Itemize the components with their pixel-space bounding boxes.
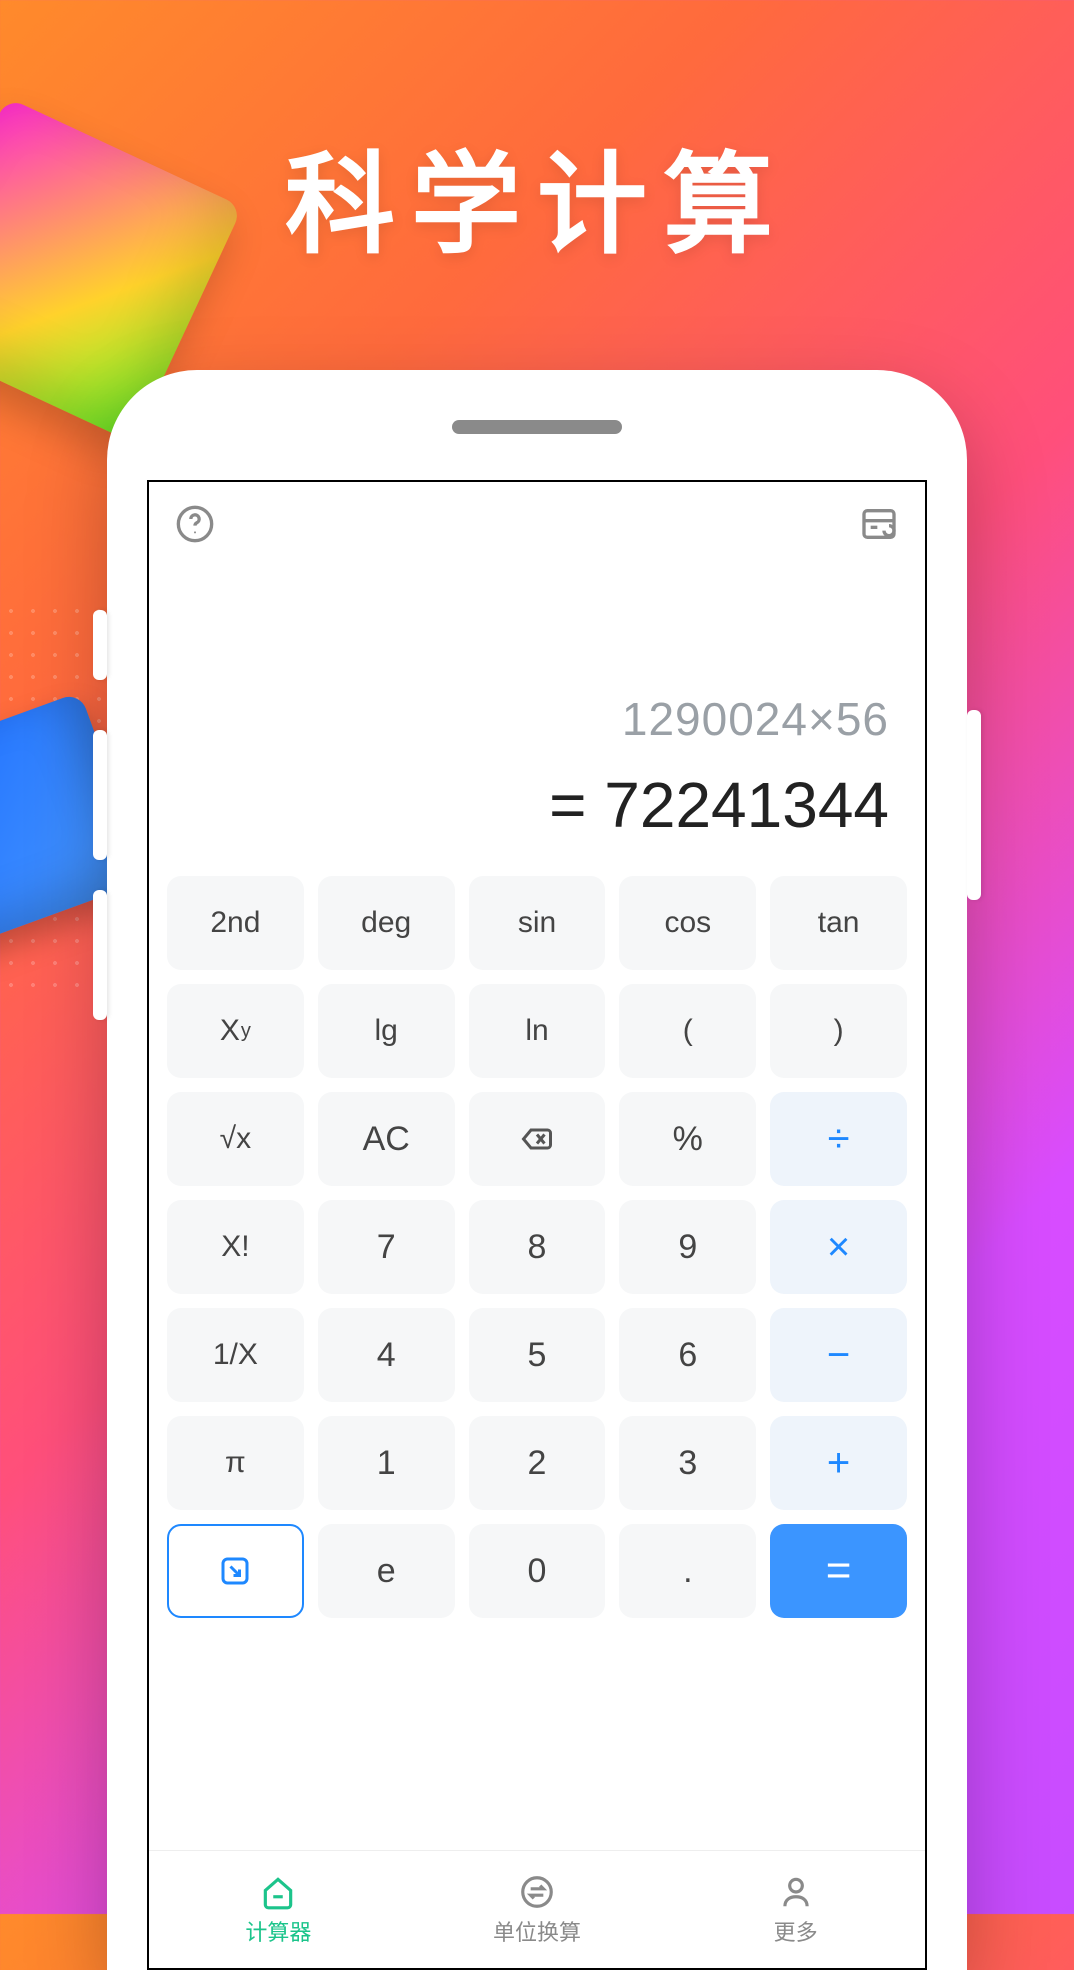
help-icon[interactable]: [175, 504, 215, 549]
key-plus[interactable]: +: [770, 1416, 907, 1510]
key-power[interactable]: Xy: [167, 984, 304, 1078]
result-text: = 72241344: [185, 768, 889, 842]
calculator-mode-icon[interactable]: [859, 504, 899, 549]
person-icon: [777, 1873, 815, 1911]
key-5[interactable]: 5: [469, 1308, 606, 1402]
expression-text: 1290024×56: [185, 692, 889, 746]
key-2nd[interactable]: 2nd: [167, 876, 304, 970]
nav-calc-label: 计算器: [245, 1915, 311, 1947]
keypad: 2nd deg sin cos tan Xy lg ln ( ) √x AC %…: [149, 862, 925, 1626]
hero-title: 科学计算: [0, 115, 1074, 275]
phone-side-button: [967, 710, 981, 900]
key-cos[interactable]: cos: [619, 876, 756, 970]
app-screen: 1290024×56 = 72241344 2nd deg sin cos ta…: [147, 480, 927, 1970]
key-e[interactable]: e: [318, 1524, 455, 1618]
key-reciprocal[interactable]: 1/X: [167, 1308, 304, 1402]
key-0[interactable]: 0: [469, 1524, 606, 1618]
bottom-nav: 计算器 单位换算 更多: [149, 1850, 925, 1968]
key-ln[interactable]: ln: [469, 984, 606, 1078]
key-4[interactable]: 4: [318, 1308, 455, 1402]
key-6[interactable]: 6: [619, 1308, 756, 1402]
key-minus[interactable]: −: [770, 1308, 907, 1402]
phone-frame: 1290024×56 = 72241344 2nd deg sin cos ta…: [107, 370, 967, 1970]
key-backspace[interactable]: [469, 1092, 606, 1186]
key-divide[interactable]: ÷: [770, 1092, 907, 1186]
home-icon: [259, 1873, 297, 1911]
calc-display: 1290024×56 = 72241344: [149, 552, 925, 862]
phone-side-button: [93, 610, 107, 680]
swap-icon: [518, 1873, 556, 1911]
key-3[interactable]: 3: [619, 1416, 756, 1510]
key-ac[interactable]: AC: [318, 1092, 455, 1186]
backspace-icon: [519, 1121, 555, 1157]
key-lparen[interactable]: (: [619, 984, 756, 1078]
key-9[interactable]: 9: [619, 1200, 756, 1294]
key-2[interactable]: 2: [469, 1416, 606, 1510]
key-collapse[interactable]: [167, 1524, 304, 1618]
phone-side-button: [93, 890, 107, 1020]
nav-convert-label: 单位换算: [493, 1915, 581, 1947]
key-tan[interactable]: tan: [770, 876, 907, 970]
key-power-exp: y: [241, 1020, 251, 1043]
phone-side-button: [93, 730, 107, 860]
key-power-base: X: [220, 1014, 240, 1048]
key-lg[interactable]: lg: [318, 984, 455, 1078]
key-8[interactable]: 8: [469, 1200, 606, 1294]
key-rparen[interactable]: ): [770, 984, 907, 1078]
key-dot[interactable]: .: [619, 1524, 756, 1618]
nav-more-label: 更多: [774, 1915, 818, 1947]
collapse-icon: [217, 1553, 253, 1589]
key-multiply[interactable]: ×: [770, 1200, 907, 1294]
key-7[interactable]: 7: [318, 1200, 455, 1294]
nav-calculator[interactable]: 计算器: [149, 1851, 408, 1968]
key-sin[interactable]: sin: [469, 876, 606, 970]
nav-more[interactable]: 更多: [666, 1851, 925, 1968]
key-deg[interactable]: deg: [318, 876, 455, 970]
key-percent[interactable]: %: [619, 1092, 756, 1186]
key-pi[interactable]: π: [167, 1416, 304, 1510]
key-1[interactable]: 1: [318, 1416, 455, 1510]
key-factorial[interactable]: X!: [167, 1200, 304, 1294]
nav-unit-convert[interactable]: 单位换算: [408, 1851, 667, 1968]
key-sqrt[interactable]: √x: [167, 1092, 304, 1186]
top-bar: [149, 482, 925, 552]
key-equals[interactable]: =: [770, 1524, 907, 1618]
